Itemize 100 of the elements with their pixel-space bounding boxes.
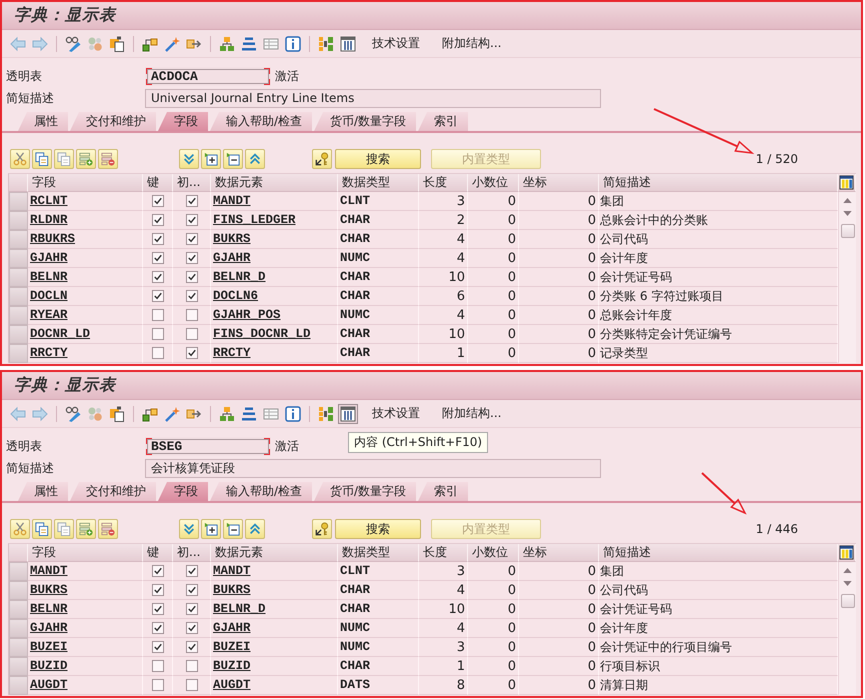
checkbox[interactable] — [152, 565, 164, 577]
insert-row-button[interactable] — [76, 519, 96, 539]
tab[interactable]: 货币/数量字段 — [314, 112, 416, 131]
field-name-link[interactable]: MANDT — [30, 564, 68, 578]
hierarchy-icon[interactable] — [219, 406, 235, 422]
column-header[interactable]: 键 — [143, 544, 173, 562]
checkbox[interactable] — [152, 309, 164, 321]
checkbox[interactable] — [186, 309, 198, 321]
checkbox[interactable] — [186, 347, 198, 359]
toolbar-button[interactable]: 技术设置 — [366, 35, 426, 52]
clipboard-icon[interactable] — [109, 36, 125, 52]
cut-button[interactable] — [10, 519, 30, 539]
key-button[interactable] — [312, 149, 332, 169]
table-icon[interactable] — [263, 406, 279, 422]
data-element-link[interactable]: MANDT — [213, 194, 251, 208]
field-name-link[interactable]: BUKRS — [30, 583, 68, 597]
tab[interactable]: 索引 — [418, 112, 468, 131]
data-element-link[interactable]: DOCLN6 — [213, 289, 258, 303]
search-button[interactable]: 搜索 — [335, 519, 421, 539]
checkbox[interactable] — [152, 641, 164, 653]
column-header[interactable]: 初... — [173, 544, 211, 562]
cut-button[interactable] — [10, 149, 30, 169]
toolbar-button[interactable]: 附加结构... — [436, 35, 508, 52]
column-header[interactable]: 简短描述 — [599, 544, 838, 562]
column-header[interactable]: 数据类型 — [338, 544, 419, 562]
checkbox[interactable] — [152, 290, 164, 302]
chevron-up-button[interactable] — [245, 149, 265, 169]
field-name-link[interactable]: BELNR — [30, 602, 68, 616]
description-field[interactable]: Universal Journal Entry Line Items — [145, 88, 601, 108]
column-header[interactable]: 数据元素 — [211, 544, 338, 562]
back-arrow-icon[interactable] — [10, 36, 26, 52]
field-name-link[interactable]: RLDNR — [30, 213, 68, 227]
toolbar-button[interactable]: 附加结构... — [436, 405, 508, 422]
data-element-link[interactable]: RRCTY — [213, 346, 251, 360]
scroll-down-icon[interactable] — [843, 211, 852, 216]
tab[interactable]: 交付和维护 — [70, 112, 156, 131]
table-name-field[interactable]: BSEG — [145, 436, 271, 456]
tab[interactable]: 索引 — [418, 482, 468, 501]
column-header[interactable]: 数据元素 — [211, 174, 338, 192]
stacked-bars-icon[interactable] — [241, 36, 257, 52]
table-icon[interactable] — [263, 36, 279, 52]
field-name-link[interactable]: RRCTY — [30, 346, 68, 360]
grid-squares-icon[interactable] — [318, 406, 334, 422]
columns-icon[interactable] — [340, 36, 356, 52]
checkbox[interactable] — [152, 660, 164, 672]
column-header[interactable]: 初... — [173, 174, 211, 192]
column-header[interactable]: 坐标 — [519, 174, 599, 192]
data-element-link[interactable]: GJAHR — [213, 621, 251, 635]
checkbox[interactable] — [186, 214, 198, 226]
column-header[interactable]: 小数位 — [468, 174, 519, 192]
field-name-link[interactable]: RCLNT — [30, 194, 68, 208]
data-element-link[interactable]: GJAHR_POS — [213, 308, 281, 322]
scroll-down-icon[interactable] — [843, 581, 852, 586]
field-name-link[interactable]: BUZID — [30, 659, 68, 673]
key-button[interactable] — [312, 519, 332, 539]
forward-arrow-icon[interactable] — [32, 406, 48, 422]
checkbox[interactable] — [186, 195, 198, 207]
copy-button[interactable] — [32, 149, 52, 169]
column-header[interactable]: 长度 — [419, 544, 468, 562]
checkbox[interactable] — [152, 214, 164, 226]
toolbar-button[interactable]: 技术设置 — [366, 405, 426, 422]
glasses-pencil-icon[interactable] — [65, 406, 81, 422]
scroll-up-icon[interactable] — [843, 568, 852, 573]
chevron-up-button[interactable] — [245, 519, 265, 539]
data-element-link[interactable]: FINS_LEDGER — [213, 213, 296, 227]
add-box-button[interactable] — [201, 149, 221, 169]
scroll-up-icon[interactable] — [843, 198, 852, 203]
checkbox[interactable] — [152, 195, 164, 207]
linked-squares-icon[interactable] — [142, 36, 158, 52]
checkbox[interactable] — [152, 328, 164, 340]
field-name-link[interactable]: BUZEI — [30, 640, 68, 654]
field-name-link[interactable]: GJAHR — [30, 251, 68, 265]
linked-squares-icon[interactable] — [142, 406, 158, 422]
checkbox[interactable] — [152, 622, 164, 634]
column-header[interactable]: 键 — [143, 174, 173, 192]
scrollbar[interactable] — [838, 562, 856, 695]
back-arrow-icon[interactable] — [10, 406, 26, 422]
tab[interactable]: 交付和维护 — [70, 482, 156, 501]
scrollbar[interactable] — [838, 192, 856, 363]
checkbox[interactable] — [152, 347, 164, 359]
tab[interactable]: 货币/数量字段 — [314, 482, 416, 501]
columns-icon[interactable] — [338, 404, 358, 424]
paste-button[interactable] — [54, 519, 74, 539]
checkbox[interactable] — [186, 233, 198, 245]
field-name-link[interactable]: DOCLN — [30, 289, 68, 303]
hierarchy-icon[interactable] — [219, 36, 235, 52]
tab[interactable]: 输入帮助/检查 — [210, 482, 312, 501]
column-header[interactable]: 简短描述 — [599, 174, 838, 192]
grid-squares-icon[interactable] — [318, 36, 334, 52]
checkbox[interactable] — [152, 679, 164, 691]
scrollbar-thumb[interactable] — [840, 594, 854, 608]
checkbox[interactable] — [186, 584, 198, 596]
stacked-bars-icon[interactable] — [241, 406, 257, 422]
checkbox[interactable] — [186, 641, 198, 653]
checkbox[interactable] — [186, 328, 198, 340]
checkbox[interactable] — [152, 584, 164, 596]
checkbox[interactable] — [186, 271, 198, 283]
forward-arrow-icon[interactable] — [32, 36, 48, 52]
tab[interactable]: 字段 — [158, 482, 208, 501]
checkbox[interactable] — [186, 252, 198, 264]
